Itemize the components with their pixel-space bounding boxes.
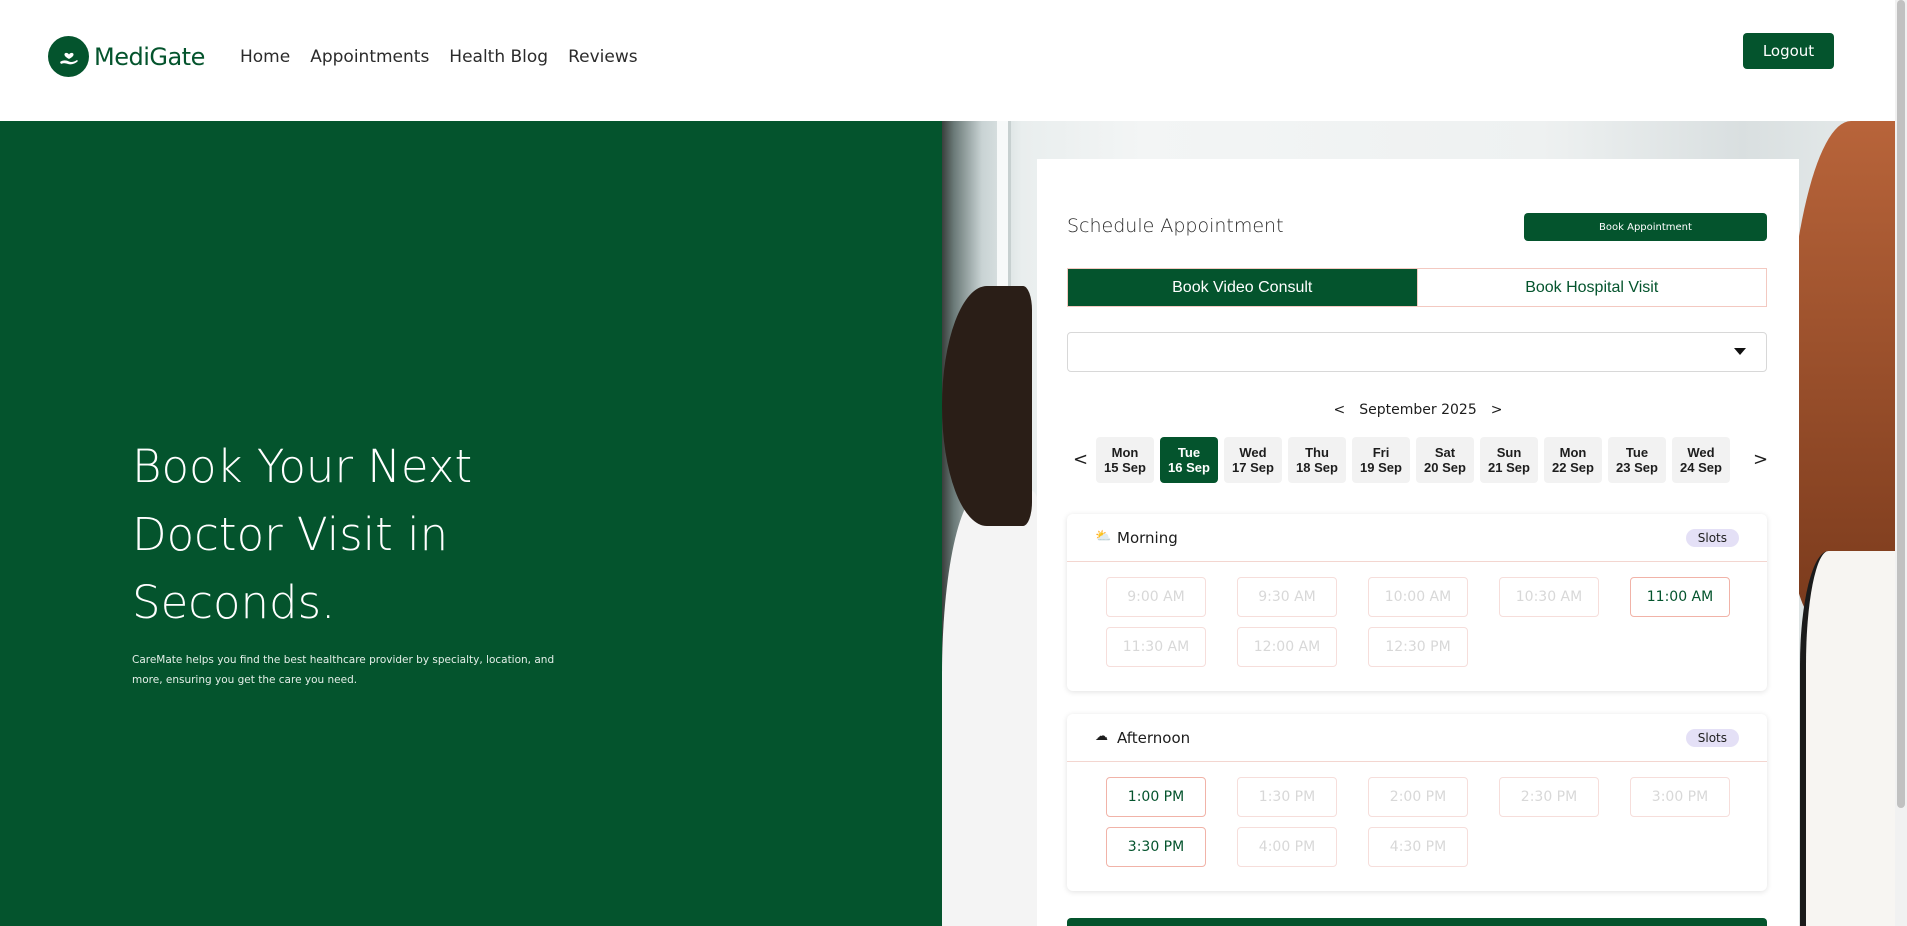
date-day: Wed [1239, 445, 1267, 460]
date-date: 21 Sep [1488, 460, 1530, 475]
main-nav: Home Appointments Health Blog Reviews [240, 47, 658, 67]
date-date: 20 Sep [1424, 460, 1466, 475]
photo-patient-sweater [1800, 551, 1895, 926]
photo-doctor-hair [942, 286, 1032, 526]
doctor-select[interactable] [1067, 332, 1767, 372]
date-item[interactable]: Mon 15 Sep [1096, 437, 1154, 483]
time-slot[interactable]: 1:30 PM [1237, 777, 1337, 817]
prev-month-button[interactable]: < [1320, 402, 1360, 418]
date-item[interactable]: Sun 21 Sep [1480, 437, 1538, 483]
tab-video-consult[interactable]: Book Video Consult [1068, 269, 1417, 306]
time-slot[interactable]: 4:30 PM [1368, 827, 1468, 867]
next-month-button[interactable]: > [1477, 402, 1517, 418]
date-date: 17 Sep [1232, 460, 1274, 475]
afternoon-slots-header: ☁ Afternoon Slots [1067, 714, 1767, 762]
date-date: 22 Sep [1552, 460, 1594, 475]
date-strip: Mon 15 Sep Tue 16 Sep Wed 17 Sep Thu 18 Sep Fri 1… [1096, 437, 1736, 485]
date-day: Tue [1177, 445, 1201, 460]
time-slot[interactable]: 3:30 PM [1106, 827, 1206, 867]
time-slot[interactable]: 10:00 AM [1368, 577, 1468, 617]
site-header: MediGate Home Appointments Health Blog R… [0, 0, 1895, 121]
logo[interactable]: MediGate [48, 36, 205, 77]
time-slot[interactable]: 4:00 PM [1237, 827, 1337, 867]
nav-reviews[interactable]: Reviews [568, 47, 638, 67]
time-slot[interactable]: 12:30 PM [1368, 627, 1468, 667]
time-slot[interactable]: 10:30 AM [1499, 577, 1599, 617]
date-item[interactable]: Mon 22 Sep [1544, 437, 1602, 483]
morning-slots-header: ⛅ Morning Slots [1067, 514, 1767, 562]
tab-hospital-visit[interactable]: Book Hospital Visit [1416, 269, 1766, 306]
book-appointment-button[interactable]: Book Appointment [1524, 213, 1767, 241]
afternoon-slots-card: ☁ Afternoon Slots 1:00 PM 1:30 PM 2:00 PM 2… [1067, 714, 1767, 891]
date-item[interactable]: Sat 20 Sep [1416, 437, 1474, 483]
heart-hand-icon [48, 36, 89, 77]
booking-card: Schedule Appointment Book Appointment Bo… [1037, 159, 1799, 926]
date-date: 18 Sep [1296, 460, 1338, 475]
date-date: 15 Sep [1104, 460, 1146, 475]
date-date: 16 Sep [1168, 460, 1210, 475]
logout-button[interactable]: Logout [1743, 33, 1834, 69]
date-day: Sun [1496, 445, 1522, 460]
date-day: Tue [1625, 445, 1649, 460]
date-date: 23 Sep [1616, 460, 1658, 475]
date-selector: < Mon 15 Sep Tue 16 Sep Wed 17 Sep Thu 18 Sep Fr… [1067, 437, 1768, 485]
time-slot[interactable]: 9:30 AM [1237, 577, 1337, 617]
caret-down-icon [1734, 348, 1746, 355]
time-slot[interactable]: 2:30 PM [1499, 777, 1599, 817]
slots-badge: Slots [1685, 729, 1739, 747]
continue-button[interactable] [1067, 918, 1767, 926]
date-day: Mon [1111, 445, 1139, 460]
month-navigator: < September 2025 > [1037, 402, 1799, 418]
nav-health-blog[interactable]: Health Blog [449, 47, 548, 67]
date-day: Thu [1305, 445, 1329, 460]
date-item[interactable]: Tue 23 Sep [1608, 437, 1666, 483]
date-item[interactable]: Tue 16 Sep [1160, 437, 1218, 483]
nav-home[interactable]: Home [240, 47, 290, 67]
scrollbar-thumb[interactable] [1897, 0, 1905, 808]
time-slot[interactable]: 11:00 AM [1630, 577, 1730, 617]
morning-slots-card: ⛅ Morning Slots 9:00 AM 9:30 AM 10:00 AM 10… [1067, 514, 1767, 691]
time-slot[interactable]: 12:00 AM [1237, 627, 1337, 667]
date-item[interactable]: Fri 19 Sep [1352, 437, 1410, 483]
time-slot[interactable]: 2:00 PM [1368, 777, 1468, 817]
next-dates-button[interactable]: > [1753, 449, 1768, 470]
date-item[interactable]: Wed 17 Sep [1224, 437, 1282, 483]
time-slot[interactable]: 9:00 AM [1106, 577, 1206, 617]
consult-type-tabs: Book Video Consult Book Hospital Visit [1067, 268, 1767, 307]
nav-appointments[interactable]: Appointments [310, 47, 429, 67]
cloud-sun-icon: ⛅ [1095, 529, 1112, 544]
date-day: Wed [1687, 445, 1715, 460]
date-day: Fri [1372, 445, 1390, 460]
date-day: Sat [1434, 445, 1456, 460]
morning-title: Morning [1117, 529, 1178, 547]
date-day: Mon [1559, 445, 1587, 460]
photo-doctor-coat [942, 491, 1042, 926]
prev-dates-button[interactable]: < [1073, 449, 1088, 470]
month-label: September 2025 [1359, 402, 1477, 418]
time-slot[interactable]: 1:00 PM [1106, 777, 1206, 817]
time-slot[interactable]: 3:00 PM [1630, 777, 1730, 817]
hero-title: Book Your Next Doctor Visit in Seconds. [132, 440, 473, 629]
booking-title: Schedule Appointment [1067, 215, 1284, 237]
brand-name: MediGate [94, 42, 205, 71]
date-date: 19 Sep [1360, 460, 1402, 475]
date-date: 24 Sep [1680, 460, 1722, 475]
page-scrollbar[interactable] [1895, 0, 1907, 926]
slots-badge: Slots [1685, 529, 1739, 547]
photo-patient-hair [1785, 121, 1895, 621]
hero-description: CareMate helps you find the best healthc… [132, 654, 555, 686]
afternoon-title: Afternoon [1117, 729, 1191, 747]
date-item[interactable]: Thu 18 Sep [1288, 437, 1346, 483]
cloud-moon-icon: ☁ [1095, 729, 1108, 744]
date-item[interactable]: Wed 24 Sep [1672, 437, 1730, 483]
time-slot[interactable]: 11:30 AM [1106, 627, 1206, 667]
